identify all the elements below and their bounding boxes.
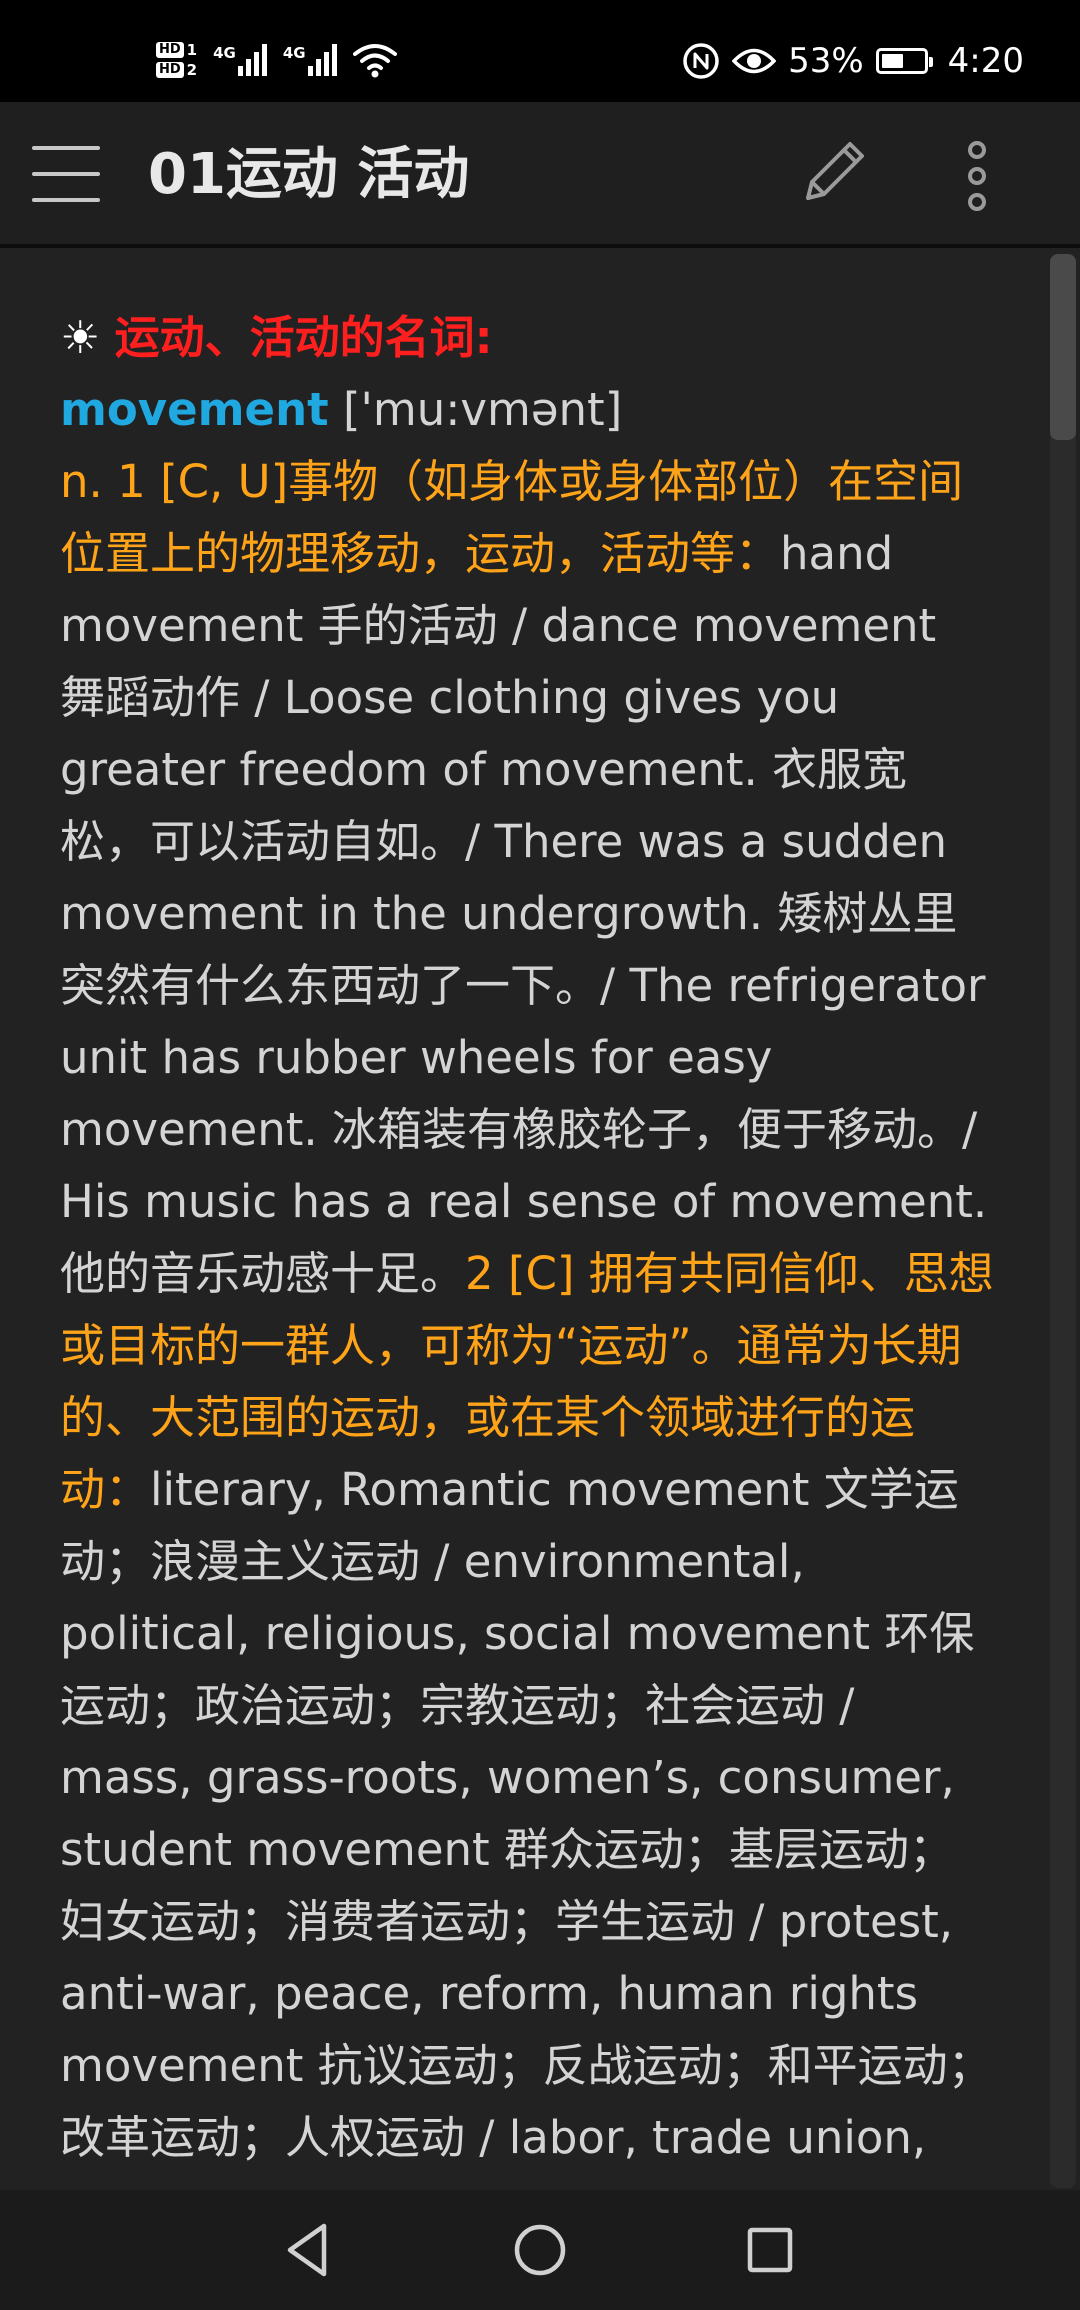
hd-label-2: HD — [156, 62, 184, 78]
dictionary-entry: ☀ 运动、活动的名词: movement ['mu:vmənt] n. 1 [C, … — [60, 302, 995, 2190]
app-bar: 01运动 活动 — [0, 102, 1080, 248]
battery-icon — [875, 48, 933, 74]
recents-icon[interactable] — [738, 2218, 802, 2282]
page-title: 01运动 活动 — [148, 142, 470, 207]
edit-icon[interactable] — [798, 132, 874, 208]
scrollbar-thumb[interactable] — [1050, 254, 1076, 440]
status-right: 53% 4:20 — [682, 36, 1024, 86]
network-type-1: 4G — [213, 44, 236, 62]
signal-icon-2: 4G — [283, 44, 337, 76]
sim2-number: 2 — [186, 61, 198, 79]
sim-badges: HD 1 HD 2 — [156, 42, 197, 78]
wifi-icon — [352, 44, 397, 78]
scrollbar-track[interactable] — [1050, 254, 1076, 2188]
menu-icon[interactable] — [32, 146, 100, 202]
status-left: HD 1 HD 2 4G 4G — [156, 30, 397, 90]
back-icon[interactable] — [278, 2218, 342, 2282]
entry-heading: 运动、活动的名词: — [114, 311, 493, 364]
status-bar: HD 1 HD 2 4G 4G 53% 4:20 — [0, 0, 1080, 102]
battery-percent: 53% — [788, 41, 864, 81]
nfc-icon — [683, 43, 719, 79]
sim1-badge: HD 1 — [156, 42, 197, 58]
note-content[interactable]: ☀ 运动、活动的名词: movement ['mu:vmənt] n. 1 [C, … — [0, 248, 1080, 2190]
signal-icon: 4G — [213, 44, 267, 76]
sense-1-examples: hand movement 手的活动 / dance movement 舞蹈动作… — [60, 527, 988, 1300]
phonetic: ['mu:vmənt] — [342, 383, 623, 436]
navigation-bar — [0, 2190, 1080, 2310]
more-vert-icon[interactable] — [960, 138, 994, 214]
hd-label-1: HD — [156, 42, 184, 58]
sense-2-examples: literary, Romantic movement 文学运动；浪漫主义运动 … — [60, 1463, 993, 2190]
headword: movement — [60, 383, 329, 436]
clock: 4:20 — [947, 41, 1024, 81]
sim2-badge: HD 2 — [156, 62, 197, 78]
eye-comfort-icon — [732, 48, 777, 74]
network-type-2: 4G — [282, 44, 306, 62]
home-icon[interactable] — [508, 2218, 572, 2282]
sun-icon: ☀ — [60, 311, 101, 364]
sim1-number: 1 — [186, 41, 198, 59]
